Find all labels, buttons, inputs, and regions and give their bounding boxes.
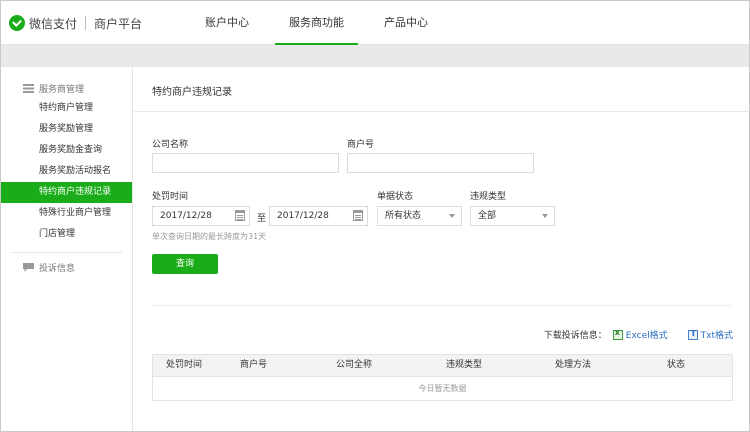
chevron-down-icon [542,214,548,218]
wechat-pay-logo-icon [9,15,25,31]
column-header-handling-method: 处理方法 [555,360,592,370]
document-status-select[interactable]: 所有状态 [377,206,462,226]
document-status-value: 所有状态 [385,211,422,221]
merchant-id-label: 商户号 [347,140,375,150]
column-header-status: 状态 [667,360,686,370]
chat-bubble-icon [23,262,34,272]
column-header-penalty-time: 处罚时间 [166,360,203,370]
excel-icon [612,328,623,340]
top-nav: 账户中心 服务商功能 产品中心 [191,1,454,45]
violation-records-table: 处罚时间 商户号 公司全称 违规类型 处理方法 状态 今日暂无数据 [152,354,733,401]
company-name-input[interactable] [152,153,339,173]
column-header-company-name: 公司全称 [336,360,373,370]
date-range-hint: 单次查询日期的最长跨度为31天 [152,232,267,241]
header-spacer [1,45,749,67]
date-from-input[interactable]: 2017/12/28 [152,206,250,226]
chevron-down-icon [449,214,455,218]
company-name-label: 公司名称 [152,140,189,150]
nav-account-center[interactable]: 账户中心 [191,1,263,45]
download-label: 下载投诉信息： [543,331,607,341]
table-empty-message: 今日暂无数据 [153,376,732,400]
page-title: 特约商户违规记录 [152,87,232,98]
date-to-value: 2017/12/28 [277,211,329,221]
violation-type-value: 全部 [478,211,497,221]
calendar-icon[interactable] [353,210,363,221]
date-from-value: 2017/12/28 [160,211,212,221]
sidebar-item-reward-management[interactable]: 服务奖励管理 [1,119,132,140]
section-divider [152,305,732,306]
sidebar-group-label: 投诉信息 [39,263,76,274]
sidebar-item-merchant-management[interactable]: 特约商户管理 [1,98,132,119]
nav-product-center[interactable]: 产品中心 [370,1,442,45]
download-complaints: 下载投诉信息： Excel格式 Txt格式 [543,328,733,342]
list-icon [23,83,34,93]
sidebar-item-special-industry[interactable]: 特殊行业商户管理 [1,203,132,224]
top-header: 微信支付 商户平台 账户中心 服务商功能 产品中心 [1,1,749,45]
document-status-label: 单据状态 [377,192,414,202]
violation-type-select[interactable]: 全部 [470,206,555,226]
sidebar-item-violation-records[interactable]: 特约商户违规记录 [1,182,132,203]
date-to-input[interactable]: 2017/12/28 [269,206,368,226]
title-divider [134,111,749,112]
download-txt-link[interactable]: Txt格式 [701,328,733,341]
table-header: 处罚时间 商户号 公司全称 违规类型 处理方法 状态 [153,355,732,376]
penalty-time-label: 处罚时间 [152,192,189,202]
logo[interactable]: 微信支付 商户平台 [9,14,142,32]
main-content: 特约商户违规记录 公司名称 商户号 处罚时间 2017/12/28 至 2017… [134,67,749,431]
query-button[interactable]: 查询 [152,254,218,274]
column-header-merchant-id: 商户号 [240,360,268,370]
sidebar: 服务商管理 特约商户管理 服务奖励管理 服务奖励金查询 服务奖励活动报名 特约商… [1,67,133,431]
date-range-separator: 至 [257,214,267,224]
app-window: 微信支付 商户平台 账户中心 服务商功能 产品中心 服务商管理 特约商户管理 服… [0,0,750,432]
sidebar-group-label: 服务商管理 [39,84,85,95]
brand-name: 微信支付 [29,16,78,31]
sidebar-group-service-management: 服务商管理 [1,78,132,98]
sidebar-item-reward-query[interactable]: 服务奖励金查询 [1,140,132,161]
column-header-violation-type: 违规类型 [446,360,483,370]
sidebar-item-store-management[interactable]: 门店管理 [1,224,132,245]
brand-divider [85,16,87,30]
nav-service-provider[interactable]: 服务商功能 [275,1,358,45]
platform-name: 商户平台 [94,16,143,31]
merchant-id-input[interactable] [347,153,534,173]
download-excel-link[interactable]: Excel格式 [626,328,668,341]
txt-icon [687,329,698,340]
violation-type-label: 违规类型 [470,192,507,202]
sidebar-group-complaints[interactable]: 投诉信息 [1,257,132,277]
calendar-icon[interactable] [235,210,245,221]
sidebar-item-reward-signup[interactable]: 服务奖励活动报名 [1,161,132,182]
sidebar-divider [11,252,122,253]
